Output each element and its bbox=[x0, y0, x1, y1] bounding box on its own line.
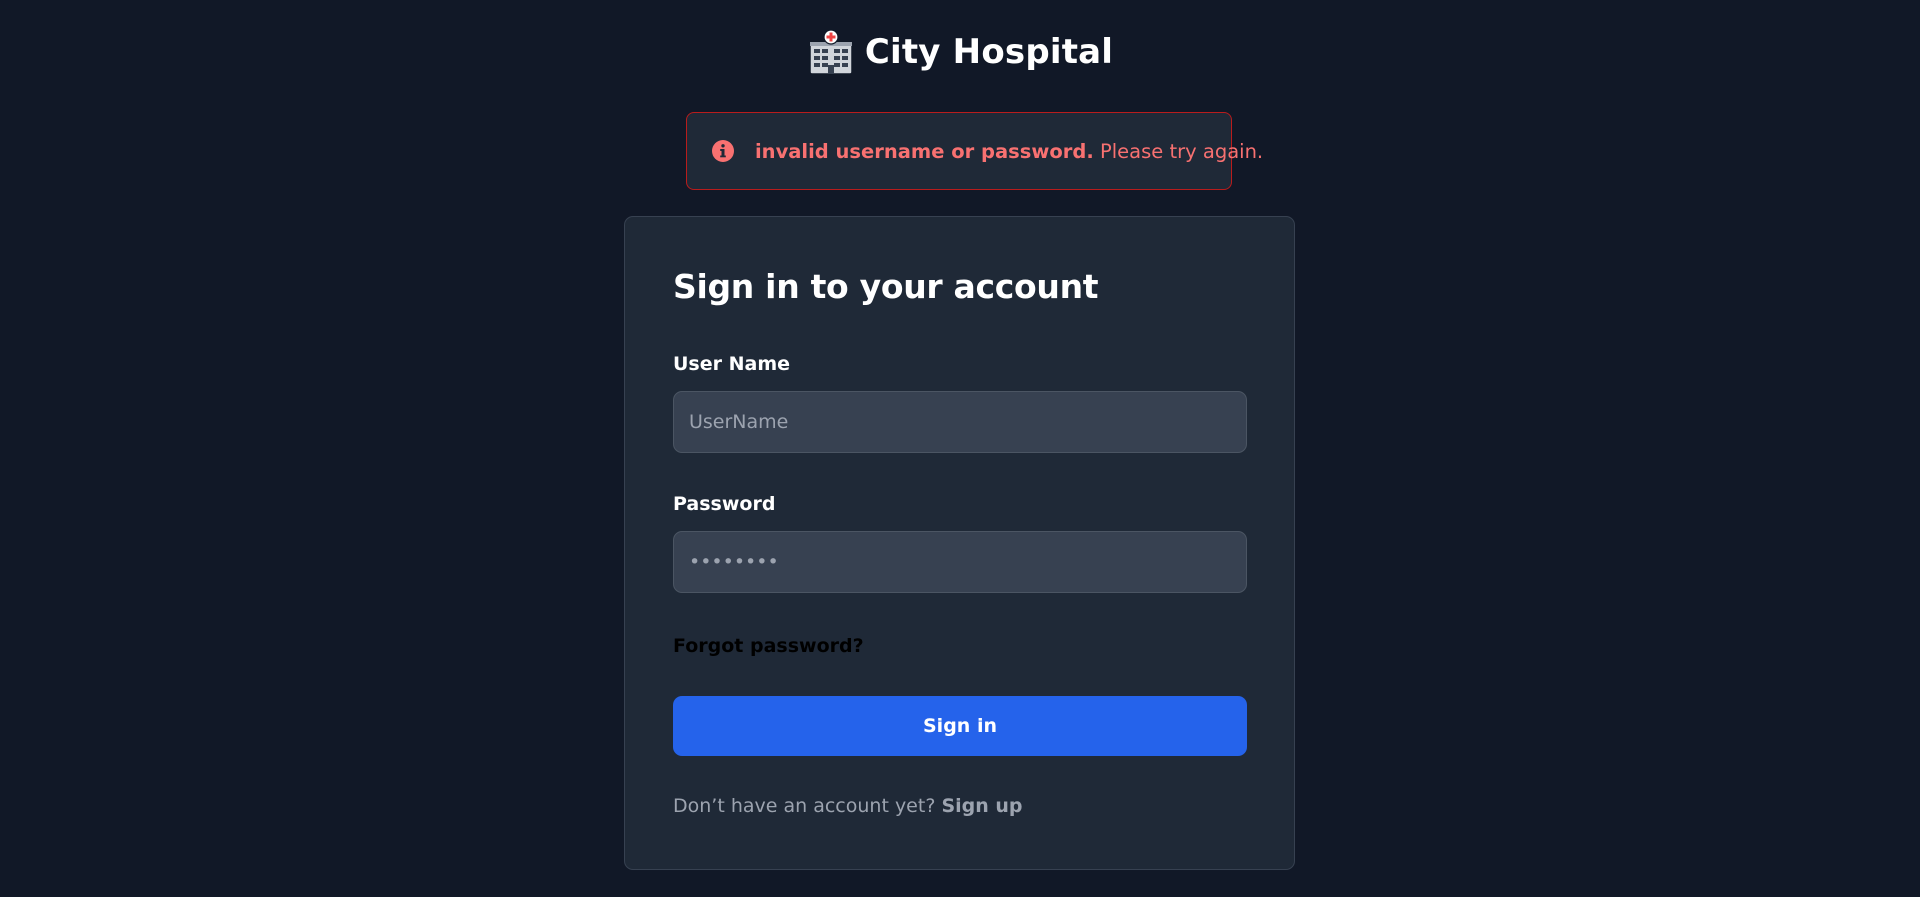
username-label: User Name bbox=[673, 353, 791, 375]
signup-prompt-row: Don’t have an account yet? Sign up bbox=[673, 795, 1023, 817]
password-label: Password bbox=[673, 493, 776, 515]
username-input[interactable] bbox=[673, 391, 1247, 453]
error-message-detail: Please try again. bbox=[1093, 139, 1264, 163]
forgot-password-link[interactable]: Forgot password? bbox=[673, 635, 864, 657]
password-input[interactable] bbox=[673, 531, 1247, 593]
signup-prompt-text: Don’t have an account yet? bbox=[673, 795, 936, 817]
sign-in-button[interactable]: Sign in bbox=[673, 696, 1247, 756]
page-title: Sign in to your account bbox=[673, 267, 1099, 306]
error-message: invalid username or password. Please try… bbox=[755, 140, 1263, 163]
error-message-strong: invalid username or password. bbox=[755, 139, 1094, 163]
signin-card: Sign in to your account User Name Passwo… bbox=[624, 216, 1295, 870]
hospital-building-icon bbox=[807, 28, 855, 76]
info-circle-icon bbox=[711, 139, 735, 163]
brand-title: City Hospital bbox=[864, 32, 1114, 72]
brand-header: City Hospital bbox=[0, 28, 1920, 76]
error-alert: invalid username or password. Please try… bbox=[686, 112, 1263, 190]
login-page: City Hospital invalid username or passwo… bbox=[0, 0, 1920, 897]
sign-up-link[interactable]: Sign up bbox=[941, 795, 1022, 817]
